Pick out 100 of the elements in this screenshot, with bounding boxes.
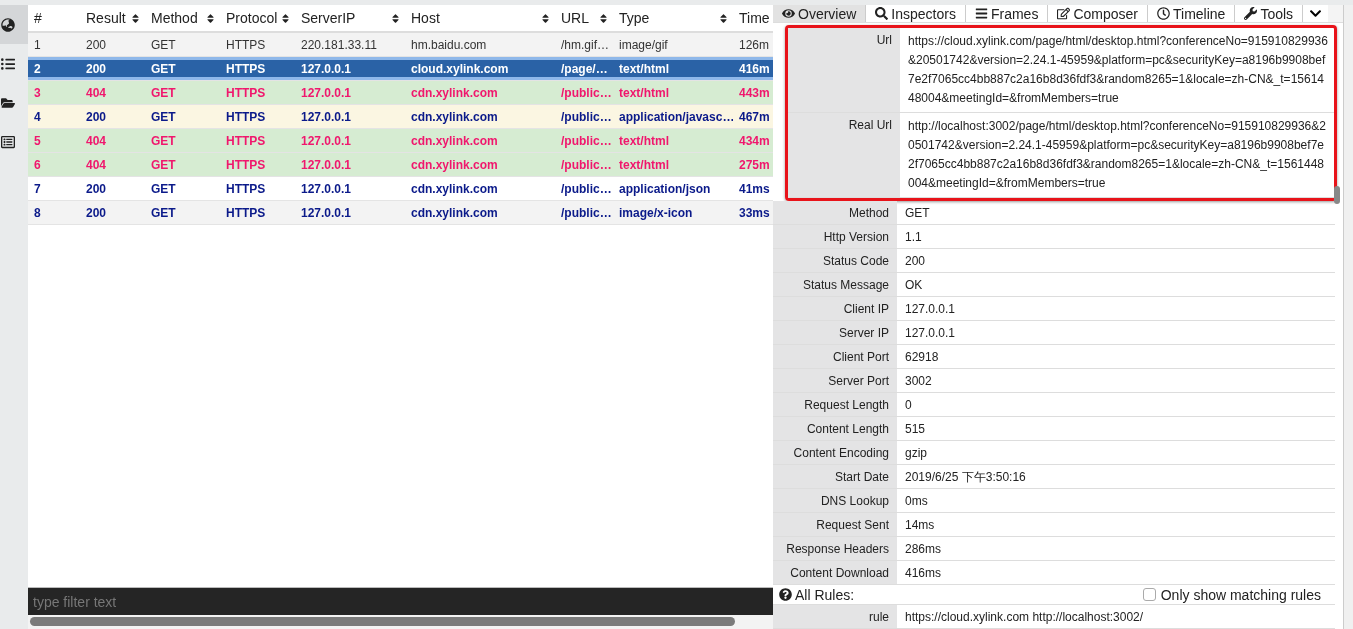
field-label: Client IP	[843, 301, 889, 316]
table-cell-text: 404	[85, 133, 108, 148]
field-value: gzip	[904, 445, 928, 463]
field-value: 127.0.0.1	[904, 301, 957, 319]
table-cell-text: 220.181.33.11	[300, 37, 378, 52]
column-header[interactable]: ServerIP	[295, 5, 405, 31]
field-value: GET	[904, 205, 931, 223]
field-label: Content Encoding	[793, 445, 889, 460]
column-header[interactable]: Host	[405, 5, 555, 31]
tab[interactable]: Overview	[773, 5, 867, 23]
table-cell-text: GET	[150, 85, 177, 100]
table-row[interactable]: 1 200 GET HTTPS 220.181.33.11 hm.baidu.com /hm.gif… image/gif 126m	[28, 33, 773, 57]
field-value: 3002	[904, 373, 933, 391]
table-cell-text: 6	[33, 157, 42, 172]
help-icon	[779, 588, 792, 601]
table-cell-text: 404	[85, 157, 108, 172]
table-cell-text: text/html	[618, 157, 670, 172]
table-cell-text: application/javasc…	[618, 109, 733, 124]
field-value: 0ms	[904, 493, 929, 511]
field-label: rule	[869, 609, 889, 624]
tab[interactable]: Frames	[965, 5, 1049, 23]
field-value: 62918	[904, 349, 940, 367]
scrollbar-thumb[interactable]	[1334, 186, 1340, 204]
table-cell-text: GET	[150, 181, 177, 196]
tab[interactable]: Composer	[1048, 5, 1148, 23]
column-header[interactable]: Time	[733, 5, 773, 31]
column-header[interactable]: URL	[555, 5, 613, 31]
table-cell-text: 416m	[738, 61, 771, 76]
tab[interactable]: Tools	[1235, 5, 1304, 23]
field-label: Status Code	[822, 253, 889, 268]
table-cell-text: 200	[85, 61, 108, 76]
table-cell-text: 127.0.0.1	[300, 157, 353, 172]
column-header[interactable]: Result	[80, 5, 145, 31]
column-header[interactable]: Method	[145, 5, 220, 31]
field-value: http://localhost:3002/page/html/desktop.html?conferenceNo=915910829936&20501742&version=2.24.1-45959&platform=pc&securityKey=a8196b9908bef7e2f7065cc4bb887c2a16b8d36fdf3&random8265=1&locale=zh-CN&_t=1561448004&meetingId=&fromMembers=true	[907, 118, 1327, 193]
table-cell-text: cdn.xylink.com	[410, 109, 499, 124]
chevron-down-icon	[1309, 7, 1323, 20]
table-cell-text: cloud.xylink.com	[410, 61, 510, 76]
rules-title: All Rules:	[779, 586, 855, 603]
field-label: Content Length	[806, 421, 889, 436]
field-label: Content Download	[790, 565, 889, 580]
table-cell-text: 8	[33, 205, 42, 220]
column-header[interactable]: Type	[613, 5, 733, 31]
table-cell-text: /public…	[560, 205, 613, 220]
field-value: 200	[904, 253, 927, 271]
table-cell-text: 404	[85, 85, 108, 100]
table-cell-text: cdn.xylink.com	[410, 133, 499, 148]
table-cell-text: HTTPS	[225, 37, 267, 52]
column-header[interactable]: #	[28, 5, 80, 31]
field-label: Response Headers	[786, 541, 889, 556]
column-header[interactable]: Protocol	[220, 5, 295, 31]
wrench-icon	[1244, 7, 1258, 20]
folder-icon	[1, 95, 15, 110]
table-row[interactable]: 8 200 GET HTTPS 127.0.0.1 cdn.xylink.com /public… image/x-icon 33ms	[28, 201, 773, 225]
table-cell-text: 200	[85, 205, 108, 220]
sidebar-button[interactable]	[0, 5, 28, 44]
table-cell-text: cdn.xylink.com	[410, 85, 499, 100]
field-label: Server IP	[839, 325, 889, 340]
field-label: Request Sent	[816, 517, 889, 532]
field-value: OK	[904, 277, 924, 295]
table-cell-text: 127.0.0.1	[300, 85, 353, 100]
matching-rules-checkbox[interactable]: Only show matching rules	[1142, 586, 1321, 603]
filter-field[interactable]: type filter text	[28, 588, 773, 615]
table-cell-text: 200	[85, 109, 108, 124]
field-value: 515	[904, 421, 927, 439]
clock-icon	[1157, 7, 1170, 20]
table-cell-text: 5	[33, 133, 42, 148]
table-cell-text: 1	[33, 37, 42, 52]
table-cell-text: 126m	[738, 37, 771, 52]
table-cell-text: cdn.xylink.com	[410, 205, 499, 220]
table-cell-text: 127.0.0.1	[300, 181, 353, 196]
table-row[interactable]: 2 200 GET HTTPS 127.0.0.1 cloud.xylink.com /page/… text/html 416m	[28, 57, 773, 81]
table-cell-text: application/json	[618, 181, 712, 196]
table-cell-text: hm.baidu.com	[410, 37, 488, 52]
sort-icon	[130, 12, 141, 24]
table-row[interactable]: 4 200 GET HTTPS 127.0.0.1 cdn.xylink.com /public… application/javasc… 467m	[28, 105, 773, 129]
table-cell-text: HTTPS	[225, 181, 267, 196]
field-label: Start Date	[834, 469, 889, 484]
sort-icon	[718, 12, 729, 24]
table-cell-text: image/gif	[618, 37, 669, 52]
list-icon	[1, 56, 15, 71]
scrollbar-thumb[interactable]	[30, 617, 735, 626]
field-label: Server Port	[828, 373, 889, 388]
table-cell-text: 4	[33, 109, 42, 124]
table-cell-text: text/html	[618, 133, 670, 148]
tab[interactable]: Timeline	[1148, 5, 1236, 23]
tab[interactable]: Inspectors	[866, 5, 966, 23]
table-cell-text: GET	[150, 157, 177, 172]
field-label: Method	[848, 205, 889, 220]
more-button[interactable]	[1303, 5, 1329, 23]
eye-icon	[782, 7, 795, 20]
table-cell-text: cdn.xylink.com	[410, 157, 499, 172]
table-cell-text: 127.0.0.1	[300, 205, 353, 220]
list-icon	[1, 134, 15, 149]
checkbox[interactable]	[1142, 588, 1156, 601]
table-cell-text: GET	[150, 205, 177, 220]
field-value: https://cloud.xylink.com http://localhost:3002/	[904, 609, 1145, 626]
field-value: 286ms	[904, 541, 943, 559]
table-cell-text: 127.0.0.1	[300, 61, 353, 76]
field-value: 14ms	[904, 517, 936, 535]
